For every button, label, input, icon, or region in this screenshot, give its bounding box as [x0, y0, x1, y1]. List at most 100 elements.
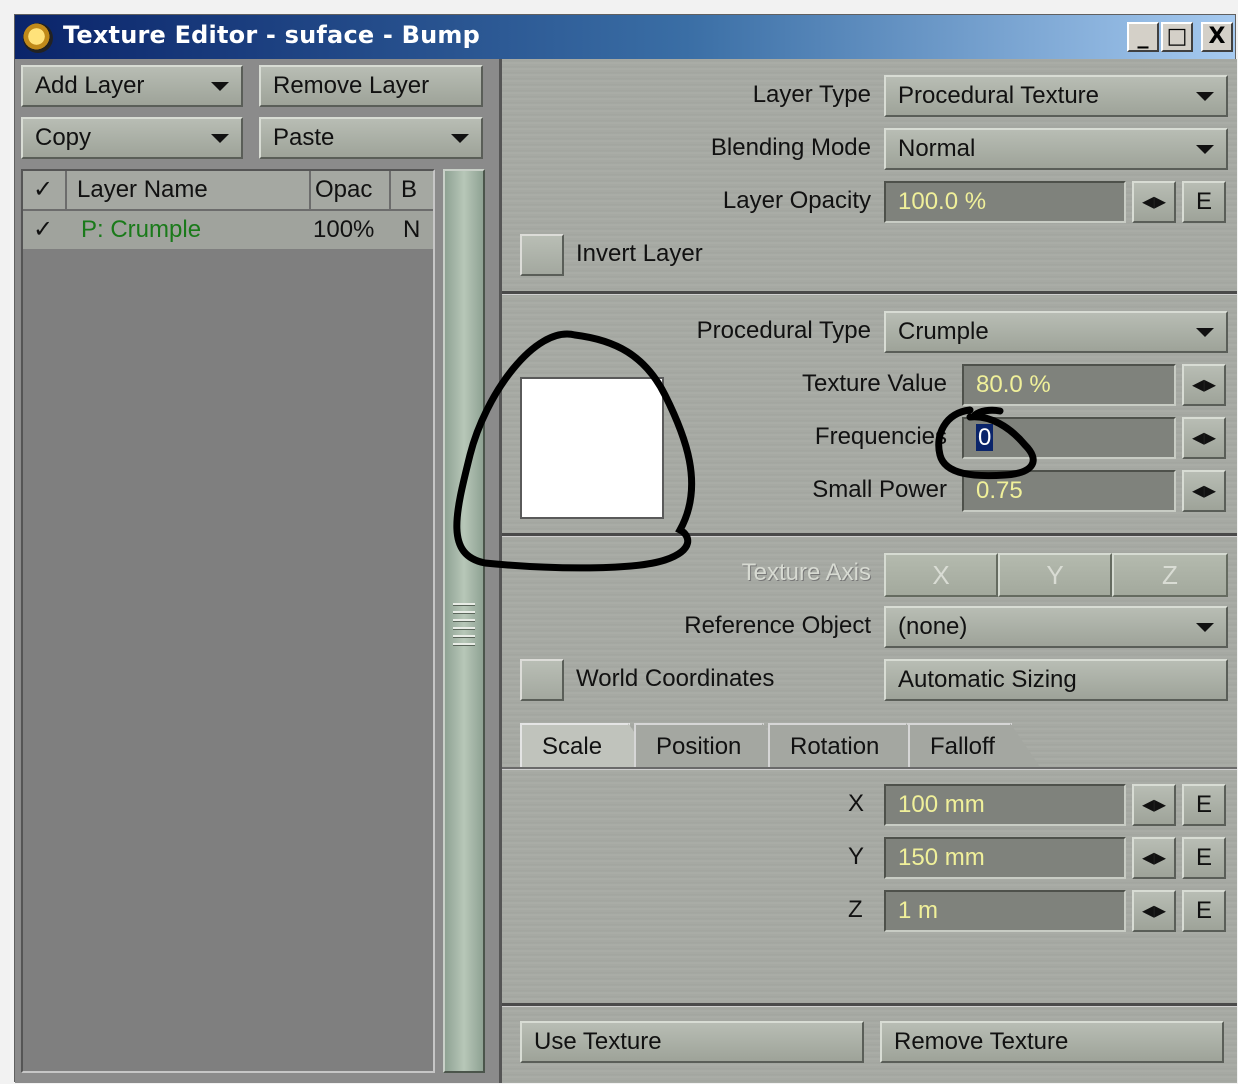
minimize-icon: _ — [1137, 24, 1149, 49]
tab-position[interactable]: Position — [634, 723, 764, 767]
scroll-grip-line — [453, 627, 475, 630]
close-icon: X — [1208, 24, 1226, 49]
automatic-sizing-button[interactable]: Automatic Sizing — [884, 659, 1228, 701]
tab-scale[interactable]: Scale — [520, 723, 630, 767]
lightwave-logo-icon — [23, 23, 53, 53]
remove-layer-label: Remove Layer — [273, 72, 430, 99]
tab-rotation[interactable]: Rotation — [768, 723, 908, 767]
layer-opacity: 100% — [313, 216, 375, 243]
layer-type-value: Procedural Texture — [898, 82, 1099, 109]
layer-blend: N — [403, 216, 421, 243]
add-layer-label: Add Layer — [35, 72, 145, 99]
scale-x-label: X — [848, 790, 865, 817]
small-power-label: Small Power — [812, 476, 947, 503]
paste-dropdown[interactable]: Paste — [259, 117, 483, 159]
slider-arrows-icon[interactable]: ◂▸ — [1132, 837, 1176, 879]
tab-divider — [502, 767, 1237, 770]
paste-label: Paste — [273, 124, 335, 151]
small-power-field[interactable]: 0.75 — [962, 470, 1176, 512]
reference-object-label: Reference Object — [684, 612, 871, 639]
procedural-type-dropdown[interactable]: Crumple — [884, 311, 1228, 353]
maximize-button[interactable]: □ — [1161, 22, 1193, 52]
scale-z-field[interactable]: 1 m — [884, 890, 1126, 932]
scroll-grip[interactable] — [453, 603, 475, 606]
blending-mode-label: Blending Mode — [710, 134, 871, 161]
texture-settings-panel: Layer Type Procedural Texture Blending M… — [499, 59, 1237, 1083]
layer-name: P: Crumple — [81, 216, 202, 243]
slider-arrows-icon[interactable]: ◂▸ — [1182, 364, 1226, 406]
scale-z-label: Z — [848, 896, 863, 923]
divider — [502, 291, 1237, 295]
slider-arrows-icon[interactable]: ◂▸ — [1182, 470, 1226, 512]
invert-layer-label: Invert Layer — [576, 240, 703, 267]
layer-opacity-label: Layer Opacity — [722, 187, 871, 214]
world-coordinates-label: World Coordinates — [576, 665, 775, 692]
slider-arrows-icon[interactable]: ◂▸ — [1132, 181, 1176, 223]
frequencies-field[interactable]: 0 — [962, 417, 1176, 459]
divider — [502, 533, 1237, 537]
frequencies-label: Frequencies — [814, 423, 947, 450]
scroll-grip-line — [453, 619, 475, 622]
texture-value-field[interactable]: 80.0 % — [962, 364, 1176, 406]
close-button[interactable]: X — [1201, 22, 1233, 52]
checkmark-icon[interactable]: ✓ — [33, 211, 53, 249]
tab-edge — [1010, 723, 1040, 767]
remove-texture-button[interactable]: Remove Texture — [880, 1021, 1224, 1063]
copy-label: Copy — [35, 124, 92, 151]
divider — [502, 1003, 1237, 1007]
layer-opacity-field[interactable]: 100.0 % — [884, 181, 1126, 223]
minimize-button[interactable]: _ — [1127, 22, 1159, 52]
envelope-button[interactable]: E — [1182, 890, 1226, 932]
layer-list[interactable]: ✓ Layer Name Opac B ✓ P: Crumple 100% N — [21, 169, 435, 1073]
header-layer-name[interactable]: Layer Name — [67, 171, 311, 209]
scale-y-label: Y — [848, 843, 865, 870]
remove-texture-label: Remove Texture — [894, 1028, 1069, 1055]
texture-editor-window: Texture Editor - suface - Bump _ □ X Add… — [14, 14, 1237, 1083]
axis-z-button[interactable]: Z — [1112, 553, 1228, 597]
layer-type-dropdown[interactable]: Procedural Texture — [884, 75, 1228, 117]
envelope-button[interactable]: E — [1182, 784, 1226, 826]
use-texture-label: Use Texture — [534, 1028, 662, 1055]
scale-y-field[interactable]: 150 mm — [884, 837, 1126, 879]
copy-dropdown[interactable]: Copy — [21, 117, 243, 159]
envelope-button[interactable]: E — [1182, 181, 1226, 223]
world-coordinates-checkbox[interactable] — [520, 659, 564, 701]
slider-arrows-icon[interactable]: ◂▸ — [1182, 417, 1226, 459]
axis-x-button[interactable]: X — [884, 553, 998, 597]
texture-preview — [520, 377, 664, 519]
title-bar[interactable]: Texture Editor - suface - Bump _ □ X — [15, 15, 1235, 59]
invert-layer-checkbox[interactable] — [520, 234, 564, 276]
scale-x-field[interactable]: 100 mm — [884, 784, 1126, 826]
use-texture-button[interactable]: Use Texture — [520, 1021, 864, 1063]
reference-object-dropdown[interactable]: (none) — [884, 606, 1228, 648]
dropdown-arrow-icon — [1196, 328, 1214, 337]
window-title: Texture Editor - suface - Bump — [63, 21, 480, 49]
remove-layer-button[interactable]: Remove Layer — [259, 65, 483, 107]
envelope-button[interactable]: E — [1182, 837, 1226, 879]
slider-arrows-icon[interactable]: ◂▸ — [1132, 784, 1176, 826]
frequencies-value: 0 — [976, 424, 994, 451]
layer-panel: Add Layer Remove Layer Copy Paste ✓ Laye… — [15, 59, 499, 1083]
layer-list-scrollbar[interactable] — [443, 169, 485, 1073]
add-layer-dropdown[interactable]: Add Layer — [21, 65, 243, 107]
axis-y-button[interactable]: Y — [998, 553, 1112, 597]
scroll-grip-line — [453, 611, 475, 614]
tab-falloff[interactable]: Falloff — [908, 723, 1012, 767]
dropdown-arrow-icon — [1196, 92, 1214, 101]
header-opacity[interactable]: Opac — [311, 171, 391, 209]
dropdown-arrow-icon — [451, 134, 469, 143]
dropdown-arrow-icon — [1196, 145, 1214, 154]
blending-mode-dropdown[interactable]: Normal — [884, 128, 1228, 170]
header-check-icon[interactable]: ✓ — [23, 171, 67, 209]
procedural-type-value: Crumple — [898, 318, 989, 345]
maximize-icon: □ — [1166, 24, 1188, 49]
scroll-grip-line — [453, 643, 475, 646]
slider-arrows-icon[interactable]: ◂▸ — [1132, 890, 1176, 932]
reference-object-value: (none) — [898, 613, 968, 640]
dropdown-arrow-icon — [211, 82, 229, 91]
scroll-grip-line — [453, 635, 475, 638]
layer-row[interactable]: ✓ P: Crumple 100% N — [23, 211, 433, 249]
header-blend[interactable]: B — [391, 171, 433, 209]
layer-list-header: ✓ Layer Name Opac B — [23, 171, 433, 211]
automatic-sizing-label: Automatic Sizing — [898, 666, 1077, 693]
